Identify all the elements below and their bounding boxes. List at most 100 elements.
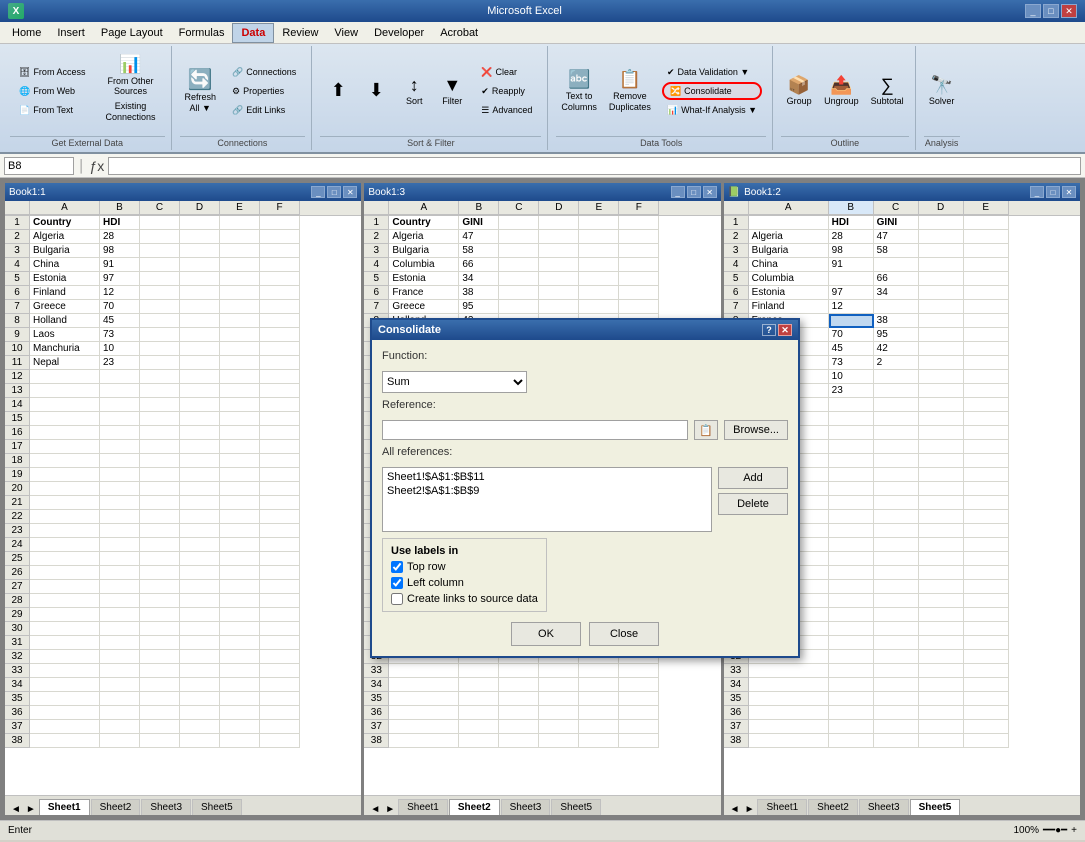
ref-item-1[interactable]: Sheet1!$A$1:$B$11: [385, 470, 709, 484]
table-cell[interactable]: [180, 566, 220, 580]
clear-btn[interactable]: ❌ Clear: [476, 63, 537, 81]
table-cell[interactable]: [100, 510, 140, 524]
table-cell[interactable]: [619, 720, 659, 734]
table-cell[interactable]: [829, 538, 874, 552]
table-cell[interactable]: [874, 650, 919, 664]
table-cell[interactable]: [619, 272, 659, 286]
table-cell[interactable]: [919, 398, 964, 412]
table-cell[interactable]: [499, 706, 539, 720]
table-cell[interactable]: [579, 664, 619, 678]
wb3-close[interactable]: ✕: [703, 186, 717, 198]
table-cell[interactable]: [964, 398, 1009, 412]
table-cell[interactable]: [874, 608, 919, 622]
table-cell[interactable]: [539, 734, 579, 748]
table-cell[interactable]: [919, 510, 964, 524]
table-cell[interactable]: [180, 678, 220, 692]
table-cell[interactable]: [140, 664, 180, 678]
table-cell[interactable]: [30, 566, 100, 580]
table-cell[interactable]: 45: [829, 342, 874, 356]
table-cell[interactable]: [499, 230, 539, 244]
table-cell[interactable]: [220, 734, 260, 748]
table-cell[interactable]: [180, 370, 220, 384]
table-cell[interactable]: [829, 412, 874, 426]
table-cell[interactable]: Holland: [30, 314, 100, 328]
table-cell[interactable]: [579, 216, 619, 230]
table-cell[interactable]: [140, 426, 180, 440]
wb2-close[interactable]: ✕: [1062, 186, 1076, 198]
table-cell[interactable]: [140, 216, 180, 230]
table-cell[interactable]: [100, 636, 140, 650]
table-cell[interactable]: 70: [100, 300, 140, 314]
table-cell[interactable]: 91: [829, 258, 874, 272]
table-cell[interactable]: [919, 524, 964, 538]
wb1-tab-nav-left[interactable]: ◄: [9, 804, 23, 815]
wb3-tab-sheet2[interactable]: Sheet2: [449, 799, 500, 815]
table-cell[interactable]: [579, 286, 619, 300]
table-cell[interactable]: [579, 244, 619, 258]
table-cell[interactable]: [100, 678, 140, 692]
table-cell[interactable]: 34: [459, 272, 499, 286]
table-cell[interactable]: [180, 496, 220, 510]
table-cell[interactable]: [260, 650, 300, 664]
wb2-col-a[interactable]: A: [749, 201, 829, 215]
table-cell[interactable]: [180, 510, 220, 524]
wb3-nav-right[interactable]: ►: [383, 804, 397, 815]
table-cell[interactable]: 58: [874, 244, 919, 258]
table-cell[interactable]: [220, 468, 260, 482]
table-cell[interactable]: [389, 706, 459, 720]
menu-review[interactable]: Review: [274, 23, 326, 43]
table-cell[interactable]: [579, 706, 619, 720]
table-cell[interactable]: 95: [459, 300, 499, 314]
table-cell[interactable]: Country: [389, 216, 459, 230]
table-cell[interactable]: [100, 734, 140, 748]
from-other-sources-btn[interactable]: 📊 From Other Sources: [100, 56, 160, 96]
table-cell[interactable]: [260, 454, 300, 468]
table-cell[interactable]: [919, 720, 964, 734]
table-cell[interactable]: [619, 286, 659, 300]
table-cell[interactable]: [829, 454, 874, 468]
table-cell[interactable]: [389, 692, 459, 706]
table-cell[interactable]: [749, 734, 829, 748]
wb2-minimize[interactable]: _: [1030, 186, 1044, 198]
table-cell[interactable]: [619, 258, 659, 272]
table-cell[interactable]: [499, 258, 539, 272]
table-cell[interactable]: [260, 244, 300, 258]
create-links-checkbox[interactable]: [391, 593, 403, 605]
table-cell[interactable]: 28: [100, 230, 140, 244]
table-cell[interactable]: [874, 566, 919, 580]
table-cell[interactable]: [30, 678, 100, 692]
table-cell[interactable]: [964, 580, 1009, 594]
table-cell[interactable]: [260, 328, 300, 342]
wb2-col-c[interactable]: C: [874, 201, 919, 215]
table-cell[interactable]: [140, 580, 180, 594]
table-cell[interactable]: 23: [829, 384, 874, 398]
table-cell[interactable]: [140, 244, 180, 258]
table-cell[interactable]: [100, 440, 140, 454]
consolidate-btn[interactable]: 🔀 Consolidate: [662, 82, 762, 100]
table-cell[interactable]: [829, 566, 874, 580]
table-cell[interactable]: [964, 650, 1009, 664]
table-cell[interactable]: [260, 440, 300, 454]
table-cell[interactable]: [919, 636, 964, 650]
table-cell[interactable]: [180, 552, 220, 566]
table-cell[interactable]: [874, 468, 919, 482]
table-cell[interactable]: [964, 384, 1009, 398]
from-text-btn[interactable]: 📄 From Text: [14, 101, 90, 119]
wb2-col-b[interactable]: B: [829, 201, 874, 215]
table-cell[interactable]: [829, 720, 874, 734]
table-cell[interactable]: [829, 594, 874, 608]
table-cell[interactable]: [829, 734, 874, 748]
table-cell[interactable]: [140, 370, 180, 384]
wb1-tab-sheet1[interactable]: Sheet1: [39, 799, 90, 815]
table-cell[interactable]: [180, 328, 220, 342]
table-cell[interactable]: [389, 678, 459, 692]
table-cell[interactable]: [180, 636, 220, 650]
table-cell[interactable]: [220, 272, 260, 286]
table-cell[interactable]: [964, 552, 1009, 566]
col-header-f[interactable]: F: [260, 201, 300, 215]
table-cell[interactable]: [260, 300, 300, 314]
wb1-close[interactable]: ✕: [343, 186, 357, 198]
table-cell[interactable]: Estonia: [749, 286, 829, 300]
table-cell[interactable]: GINI: [874, 216, 919, 230]
table-cell[interactable]: [260, 734, 300, 748]
